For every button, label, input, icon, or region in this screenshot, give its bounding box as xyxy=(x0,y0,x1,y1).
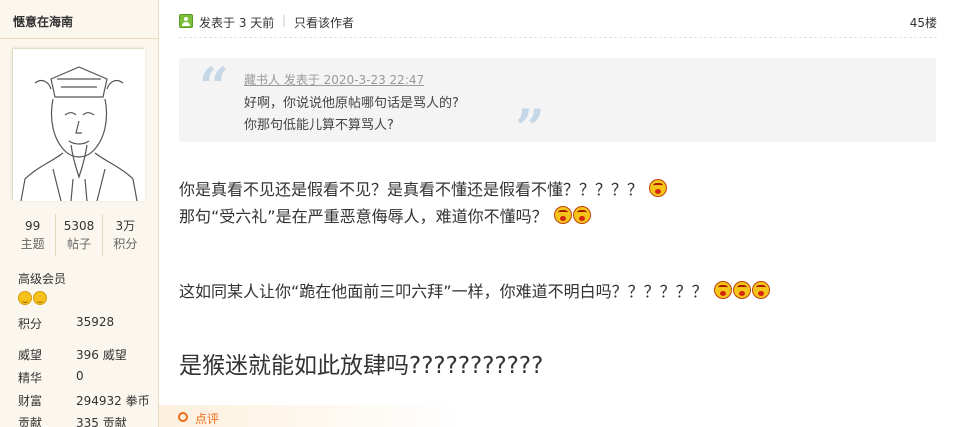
author-sidebar: 惬意在海南 99 主题 5308 帖子 3万 积分 高级会员 积分 35928 … xyxy=(0,0,159,427)
quote-text: 好啊，你说说他原帖哪句话是骂人的? xyxy=(244,96,459,111)
online-status-icon xyxy=(179,14,193,28)
stat-value: 3万 xyxy=(115,219,136,233)
floor-number[interactable]: 45楼 xyxy=(910,14,937,31)
angry-emoji-icon xyxy=(713,281,732,299)
info-value: 335 贡献 xyxy=(76,416,127,427)
post-time: 发表于 3 天前 xyxy=(199,16,275,30)
info-key: 积分 xyxy=(18,317,43,331)
info-row-points: 积分 35928 xyxy=(18,315,114,332)
stat-label: 帖子 xyxy=(66,237,91,251)
stat-value: 99 xyxy=(25,219,41,233)
post-headline: 是猴迷就能如此放肆吗??????????? xyxy=(179,353,544,379)
angry-emoji-icon xyxy=(751,281,770,299)
stat-points[interactable]: 3万 积分 xyxy=(101,214,148,256)
stat-posts[interactable]: 5308 帖子 xyxy=(55,214,101,256)
rank-smiley-icon xyxy=(33,291,47,305)
member-rank[interactable]: 高级会员 xyxy=(18,270,66,287)
avatar[interactable] xyxy=(12,48,145,201)
post-line: 你是真看不见还是假看不见？是真看不懂还是假看不懂？？？？？ xyxy=(179,176,668,200)
info-key: 财富 xyxy=(18,394,43,408)
info-row-contribution: 贡献 335 贡献 xyxy=(18,414,127,427)
info-row-prestige: 威望 396 威望 xyxy=(18,346,127,363)
quote-close-icon: ” xyxy=(515,99,545,160)
angry-emoji-icon xyxy=(649,179,668,197)
info-key: 贡献 xyxy=(18,416,43,427)
post-line: 那句“受六礼”是在严重恶意侮辱人，难道你不懂吗？ xyxy=(179,203,591,227)
stat-topics[interactable]: 99 主题 xyxy=(10,214,55,256)
post-text: 这如同某人让你“跪在他面前三叩六拜”一样，你难道不明白吗？？？？？？ xyxy=(179,282,708,301)
quote-source-link[interactable]: 藏书人 发表于 2020-3-23 22:47 xyxy=(244,71,424,88)
post-line: 这如同某人让你“跪在他面前三叩六拜”一样，你难道不明白吗？？？？？？ xyxy=(179,278,770,302)
angry-emoji-icon xyxy=(553,206,572,224)
angry-emoji-icon xyxy=(732,281,751,299)
info-row-wealth: 财富 294932 拳币 xyxy=(18,392,150,409)
angry-emoji-icon xyxy=(572,206,591,224)
quote-block: “ 藏书人 发表于 2020-3-23 22:47 好啊，你说说他原帖哪句话是骂… xyxy=(179,57,936,160)
author-name[interactable]: 惬意在海南 xyxy=(13,13,73,30)
rank-smiley-icon xyxy=(18,291,32,305)
info-value: 294932 拳币 xyxy=(76,394,150,408)
stat-label: 主题 xyxy=(20,237,45,251)
quote-text: 你那句低能儿算不算骂人? xyxy=(244,118,394,133)
info-value: 0 xyxy=(76,369,84,383)
post-header: 发表于 3 天前 | 只看该作者 45楼 xyxy=(179,12,937,38)
comment-icon xyxy=(178,412,188,422)
stat-value: 5308 xyxy=(63,219,95,233)
rank-stars xyxy=(18,291,47,305)
author-stats: 99 主题 5308 帖子 3万 积分 xyxy=(10,214,148,256)
header-separator: | xyxy=(282,13,287,27)
post-text: 那句“受六礼”是在严重恶意侮辱人，难道你不懂吗？ xyxy=(179,207,548,226)
info-value: 396 威望 xyxy=(76,348,127,362)
quote-open-icon: “ xyxy=(199,57,229,118)
only-author-link[interactable]: 只看该作者 xyxy=(294,14,354,31)
post-text: 你是真看不见还是假看不见？是真看不懂还是假看不懂？？？？？ xyxy=(179,180,644,199)
info-row-digest: 精华 0 xyxy=(18,369,84,386)
divider xyxy=(0,38,158,39)
info-key: 威望 xyxy=(18,348,43,362)
info-key: 精华 xyxy=(18,371,43,385)
info-value: 35928 xyxy=(76,315,115,329)
stat-label: 积分 xyxy=(113,237,138,251)
avatar-portrait-icon xyxy=(13,49,145,201)
comment-bar: 点评 xyxy=(159,405,459,427)
comment-button[interactable]: 点评 xyxy=(195,410,219,427)
